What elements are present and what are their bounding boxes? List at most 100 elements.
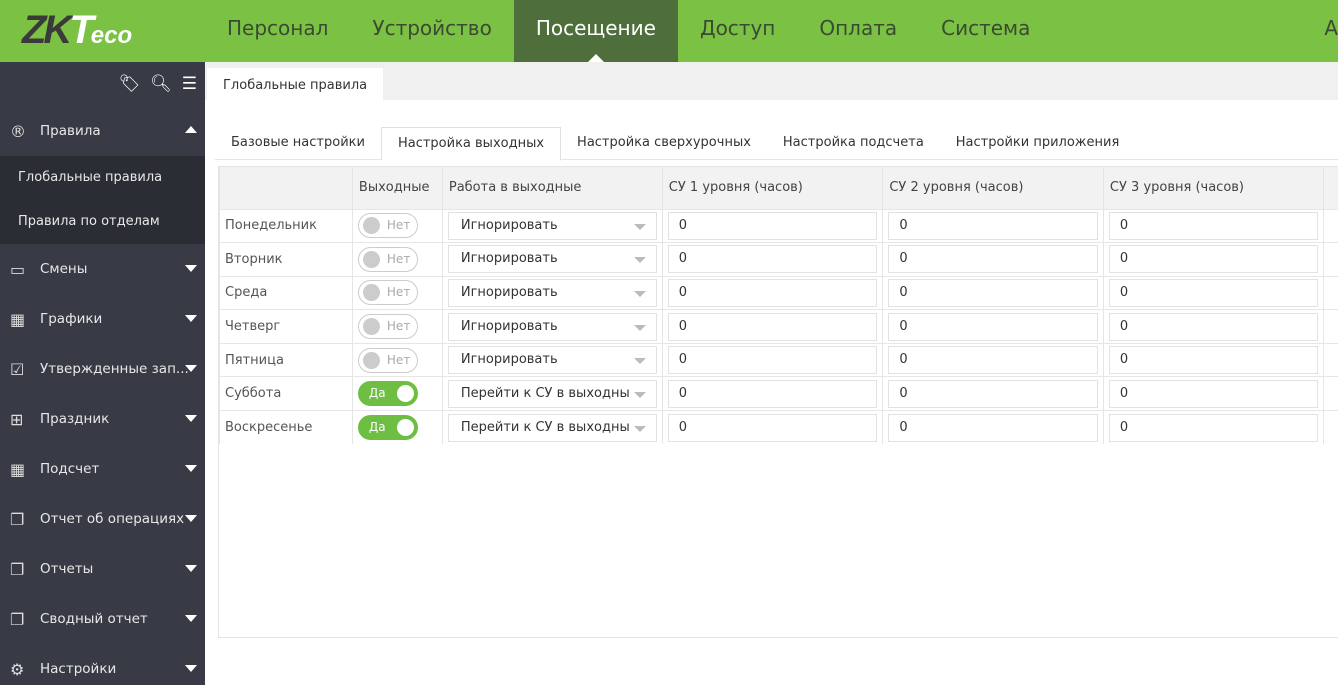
registered-icon: ® bbox=[10, 122, 40, 141]
ot-level-3-input[interactable]: 0 bbox=[1109, 245, 1319, 273]
select-value: Перейти к СУ в выходны bbox=[461, 420, 630, 435]
nav-item[interactable]: Система bbox=[919, 0, 1052, 62]
weekend-work-select[interactable]: Игнорировать bbox=[448, 212, 657, 240]
caret-down-icon bbox=[185, 565, 197, 572]
sidebar-item[interactable]: ▦Подсчет bbox=[0, 444, 205, 494]
search-icon[interactable]: 🔍︎ bbox=[150, 74, 172, 106]
main-nav: ПерсоналУстройствоПосещениеДоступОплатаС… bbox=[205, 0, 1052, 62]
ot-level-1-input[interactable]: 0 bbox=[668, 313, 878, 341]
weekend-work-select[interactable]: Перейти к СУ в выходны bbox=[448, 380, 657, 408]
table-row: Среда Нет Игнорировать 0 0 0 bbox=[220, 276, 1338, 310]
ot-level-3-input[interactable]: 0 bbox=[1109, 313, 1319, 341]
ot-level-1-input[interactable]: 0 bbox=[668, 212, 878, 240]
ot-level-2-input[interactable]: 0 bbox=[888, 346, 1098, 374]
ot-level-1-input[interactable]: 0 bbox=[668, 414, 878, 442]
sidebar-item[interactable]: ❐Отчет об операциях bbox=[0, 494, 205, 544]
caret-down-icon bbox=[185, 265, 197, 272]
ot-level-1-input[interactable]: 0 bbox=[668, 346, 878, 374]
submenu-department-rules[interactable]: Правила по отделам bbox=[0, 200, 205, 244]
ot-level-2-input[interactable]: 0 bbox=[888, 245, 1098, 273]
toggle-label: Нет bbox=[387, 285, 410, 299]
list-icon[interactable]: ☰ bbox=[182, 74, 197, 106]
sidebar-item[interactable]: ❐Сводный отчет bbox=[0, 594, 205, 644]
toggle-knob bbox=[397, 385, 414, 402]
chevron-down-icon bbox=[634, 325, 646, 331]
ot-level-2-input[interactable]: 0 bbox=[888, 380, 1098, 408]
weekend-toggle[interactable]: Да bbox=[358, 415, 418, 440]
day-label: Четверг bbox=[220, 310, 353, 344]
ot-level-1-input[interactable]: 0 bbox=[668, 245, 878, 273]
sidebar-item[interactable]: ⚙Настройки bbox=[0, 644, 205, 694]
column-header: СУ 2 уровня (часов) bbox=[883, 167, 1104, 209]
subtab[interactable]: Настройка подсчета bbox=[767, 127, 940, 159]
spacer-cell bbox=[1324, 310, 1338, 344]
sidebar-item-label: Смены bbox=[40, 261, 87, 277]
day-label: Воскресенье bbox=[220, 411, 353, 445]
top-header: ZKTeco ПерсоналУстройствоПосещениеДоступ… bbox=[0, 0, 1338, 62]
table-row: Вторник Нет Игнорировать 0 0 0 bbox=[220, 243, 1338, 277]
nav-item[interactable]: Посещение bbox=[514, 0, 678, 62]
sidebar-item[interactable]: ❐Отчеты bbox=[0, 544, 205, 594]
toggle-knob bbox=[363, 318, 380, 335]
toggle-label: Нет bbox=[387, 252, 410, 266]
nav-item[interactable]: Устройство bbox=[350, 0, 513, 62]
ot-level-3-input[interactable]: 0 bbox=[1109, 279, 1319, 307]
table-row: Воскресенье Да Перейти к СУ в выходны 0 … bbox=[220, 411, 1338, 445]
weekend-toggle[interactable]: Нет bbox=[358, 213, 418, 238]
select-value: Игнорировать bbox=[461, 319, 558, 334]
tab-global-rules[interactable]: Глобальные правила bbox=[207, 68, 383, 100]
toggle-knob bbox=[363, 284, 380, 301]
nav-item[interactable]: Оплата bbox=[797, 0, 919, 62]
gears-icon: ⚙ bbox=[10, 660, 40, 679]
sidebar-item[interactable]: ⊞Праздник bbox=[0, 394, 205, 444]
subtab[interactable]: Настройки приложения bbox=[940, 127, 1136, 159]
weekend-toggle[interactable]: Да bbox=[358, 381, 418, 406]
spacer-cell bbox=[1324, 343, 1338, 377]
user-menu[interactable]: A bbox=[1324, 16, 1338, 40]
chevron-down-icon bbox=[634, 224, 646, 230]
ot-level-1-input[interactable]: 0 bbox=[668, 380, 878, 408]
weekend-work-select[interactable]: Игнорировать bbox=[448, 313, 657, 341]
spacer-cell bbox=[1324, 209, 1338, 243]
caret-down-icon bbox=[185, 465, 197, 472]
subtab[interactable]: Настройка выходных bbox=[381, 127, 561, 161]
weekend-toggle[interactable]: Нет bbox=[358, 247, 418, 272]
weekend-work-select[interactable]: Игнорировать bbox=[448, 245, 657, 273]
column-header: СУ 1 уровня (часов) bbox=[662, 167, 883, 209]
submenu-global-rules[interactable]: Глобальные правила bbox=[0, 156, 205, 200]
calendar-grid-icon: ▦ bbox=[10, 310, 40, 329]
sidebar-item[interactable]: ▦Графики bbox=[0, 294, 205, 344]
weekend-toggle[interactable]: Нет bbox=[358, 314, 418, 339]
weekend-work-select[interactable]: Игнорировать bbox=[448, 346, 657, 374]
weekend-toggle[interactable]: Нет bbox=[358, 348, 418, 373]
ot-level-1-input[interactable]: 0 bbox=[668, 279, 878, 307]
spacer-cell bbox=[1324, 411, 1338, 445]
sidebar-item-label: Правила bbox=[40, 123, 101, 139]
ot-level-3-input[interactable]: 0 bbox=[1109, 414, 1319, 442]
nav-item[interactable]: Персонал bbox=[205, 0, 350, 62]
ot-level-2-input[interactable]: 0 bbox=[888, 212, 1098, 240]
ot-level-2-input[interactable]: 0 bbox=[888, 414, 1098, 442]
tags-icon[interactable]: 🏷︎ bbox=[119, 74, 141, 106]
subtab[interactable]: Базовые настройки bbox=[215, 127, 381, 159]
sidebar-item[interactable]: ☑Утвержденные зап... bbox=[0, 344, 205, 394]
ot-level-3-input[interactable]: 0 bbox=[1109, 212, 1319, 240]
ot-level-2-input[interactable]: 0 bbox=[888, 279, 1098, 307]
ot-level-3-input[interactable]: 0 bbox=[1109, 380, 1319, 408]
calendar-plus-icon: ⊞ bbox=[10, 410, 40, 429]
day-label: Пятница bbox=[220, 343, 353, 377]
sidebar-item-rules[interactable]: ® Правила bbox=[0, 106, 205, 156]
weekend-toggle[interactable]: Нет bbox=[358, 280, 418, 305]
subtab[interactable]: Настройка сверхурочных bbox=[561, 127, 767, 159]
weekend-work-select[interactable]: Игнорировать bbox=[448, 279, 657, 307]
sidebar-item[interactable]: ▭Смены bbox=[0, 244, 205, 294]
select-value: Игнорировать bbox=[461, 218, 558, 233]
calculator-icon: ▦ bbox=[10, 460, 40, 479]
weekend-work-select[interactable]: Перейти к СУ в выходны bbox=[448, 414, 657, 442]
chevron-down-icon bbox=[634, 392, 646, 398]
zkteco-logo[interactable]: ZKTeco bbox=[22, 8, 132, 53]
nav-item[interactable]: Доступ bbox=[678, 0, 797, 62]
ot-level-2-input[interactable]: 0 bbox=[888, 313, 1098, 341]
spacer-cell bbox=[1324, 276, 1338, 310]
ot-level-3-input[interactable]: 0 bbox=[1109, 346, 1319, 374]
